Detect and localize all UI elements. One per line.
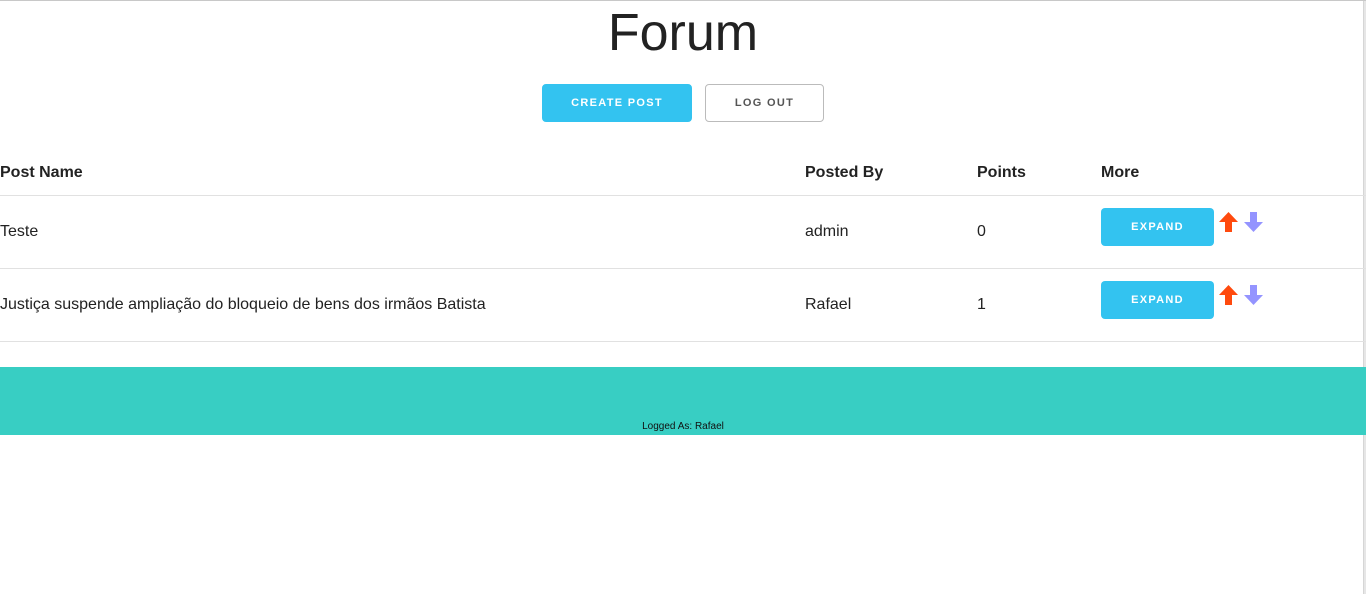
more-cell: EXPAND bbox=[1101, 195, 1366, 269]
table-row: Teste admin 0 EXPAND bbox=[0, 195, 1366, 269]
table-header-row: Post Name Posted By Points More bbox=[0, 152, 1366, 196]
posted-by: admin bbox=[805, 195, 977, 269]
logged-as-text: Logged As: Rafael bbox=[642, 421, 724, 432]
arrow-up-icon[interactable] bbox=[1218, 284, 1239, 306]
more-cell: EXPAND bbox=[1101, 268, 1366, 342]
header-points: Points bbox=[977, 152, 1101, 196]
posted-by: Rafael bbox=[805, 268, 977, 342]
forum-page: Forum CREATE POST LOG OUT Post Name Post… bbox=[0, 0, 1366, 594]
page-title: Forum bbox=[607, 4, 759, 62]
post-name: Justiça suspende ampliação do bloqueio d… bbox=[0, 268, 805, 342]
expand-button[interactable]: EXPAND bbox=[1101, 207, 1214, 246]
header-post-name: Post Name bbox=[0, 152, 805, 196]
arrow-down-icon[interactable] bbox=[1243, 211, 1264, 233]
arrow-down-icon[interactable] bbox=[1243, 284, 1264, 306]
header-more: More bbox=[1101, 152, 1366, 196]
footer: Logged As: Rafael bbox=[0, 367, 1366, 435]
table-row: Justiça suspende ampliação do bloqueio d… bbox=[0, 268, 1366, 342]
header-posted-by: Posted By bbox=[805, 152, 977, 196]
log-out-button[interactable]: LOG OUT bbox=[705, 84, 824, 122]
post-points: 1 bbox=[977, 268, 1101, 342]
post-points: 0 bbox=[977, 195, 1101, 269]
arrow-up-icon[interactable] bbox=[1218, 211, 1239, 233]
post-name: Teste bbox=[0, 195, 805, 269]
expand-button[interactable]: EXPAND bbox=[1101, 280, 1214, 319]
posts-table: Post Name Posted By Points More Teste ad… bbox=[0, 152, 1366, 342]
create-post-button[interactable]: CREATE POST bbox=[542, 84, 692, 122]
